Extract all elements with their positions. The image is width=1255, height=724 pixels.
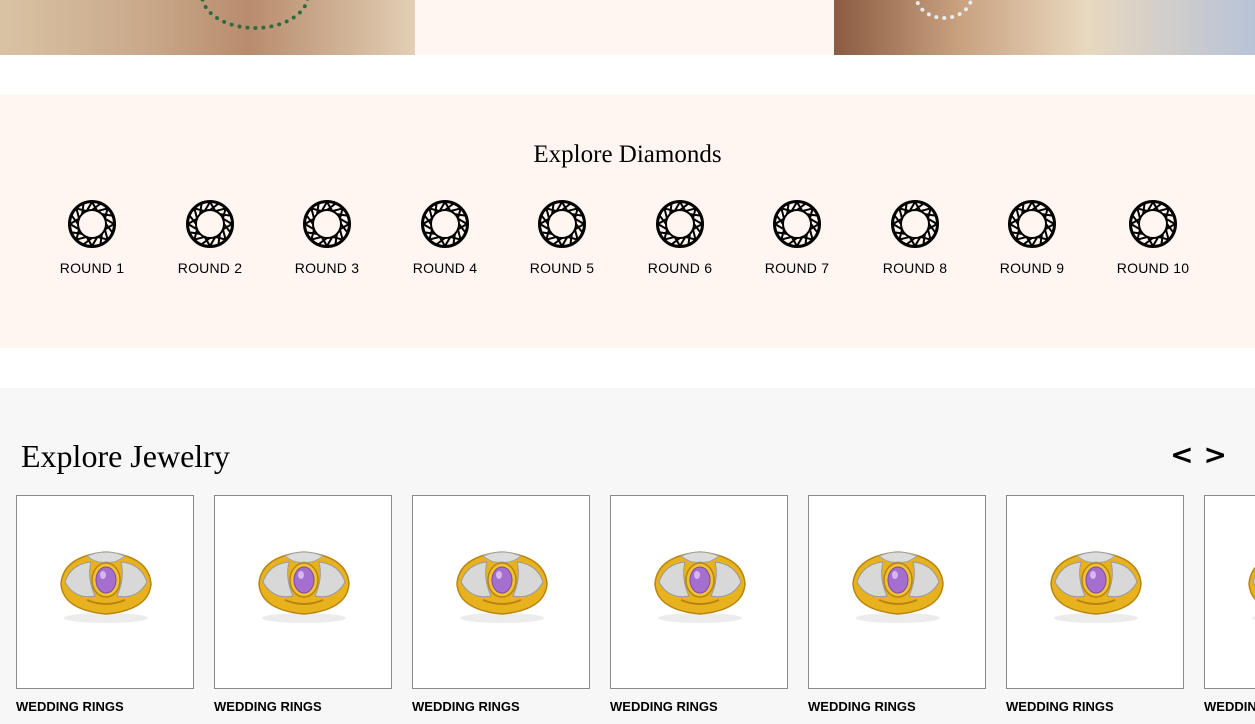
jewelry-card-label[interactable]: WEDDING RINGS [214,699,392,714]
diamonds-section-title: Explore Diamonds [533,141,722,168]
diamond-shape-label: ROUND 10 [1116,260,1190,276]
jewelry-card-label[interactable]: WEDDING RINGS [16,699,194,714]
ring-product-image[interactable] [1204,495,1255,689]
jewelry-card-label[interactable]: WEDDING RINGS [808,699,986,714]
jewelry-section-title: Explore Jewelry [21,438,230,474]
carousel-arrows: < > [1170,440,1227,470]
jewelry-card-label[interactable]: WEDDING RINGS [1006,699,1184,714]
diamond-shape-item[interactable]: ROUND 4 [390,199,500,276]
diamond-shape-label: ROUND 1 [59,260,125,276]
model-necklace-image [0,0,415,55]
round-diamond-icon [625,199,735,249]
diamond-shape-label: ROUND 3 [294,260,360,276]
round-diamond-icon [1098,199,1208,249]
ring-product-image[interactable] [214,495,392,689]
carousel-prev-button[interactable]: < [1170,440,1193,470]
ring-product-image[interactable] [1006,495,1184,689]
explore-jewelry-section: Explore Jewelry < > WEDDING RINGS WEDDING… [0,388,1255,724]
diamond-shape-label: ROUND 2 [177,260,243,276]
diamond-shape-item[interactable]: ROUND 7 [742,199,852,276]
model-bracelet-image [834,0,1255,55]
diamond-shape-label: ROUND 9 [999,260,1065,276]
diamond-shape-label: ROUND 8 [882,260,948,276]
hero-banner [0,0,1255,55]
round-diamond-icon [37,199,147,249]
round-diamond-icon [507,199,617,249]
diamond-shape-item[interactable]: ROUND 1 [37,199,147,276]
diamond-shape-label: ROUND 6 [647,260,713,276]
jewelry-card[interactable]: WEDDING RINGS [214,495,392,714]
jewelry-card-label[interactable]: WEDDING RINGS [610,699,788,714]
round-diamond-icon [390,199,500,249]
carousel-next-button[interactable]: > [1204,440,1227,470]
ring-product-image[interactable] [808,495,986,689]
diamond-shape-label: ROUND 5 [529,260,595,276]
diamond-shape-label: ROUND 7 [764,260,830,276]
diamond-shape-item[interactable]: ROUND 10 [1098,199,1208,276]
diamond-shape-item[interactable]: ROUND 3 [272,199,382,276]
jewelry-card[interactable]: WEDDING RINGS [1006,495,1184,714]
ring-product-image[interactable] [16,495,194,689]
banner-center-panel [415,0,834,55]
jewelry-card[interactable]: WEDDING RINGS [808,495,986,714]
jewelry-card-label[interactable]: WEDDING RINGS [412,699,590,714]
ring-product-image[interactable] [610,495,788,689]
jewelry-card[interactable]: WEDDING RINGS [412,495,590,714]
diamond-shape-label: ROUND 4 [412,260,478,276]
diamond-shape-item[interactable]: ROUND 6 [625,199,735,276]
diamond-shape-item[interactable]: ROUND 8 [860,199,970,276]
round-diamond-icon [272,199,382,249]
round-diamond-icon [155,199,265,249]
jewelry-card[interactable]: WEDDING RINGS [610,495,788,714]
diamond-shape-item[interactable]: ROUND 9 [977,199,1087,276]
ring-product-image[interactable] [412,495,590,689]
round-diamond-icon [977,199,1087,249]
round-diamond-icon [860,199,970,249]
diamond-shape-item[interactable]: ROUND 5 [507,199,617,276]
jewelry-card[interactable]: WEDDING RINGS [1204,495,1255,714]
round-diamond-icon [742,199,852,249]
explore-diamonds-section: Explore Diamonds ROUND 1 ROUND 2 ROUND 3 RO… [0,95,1255,348]
jewelry-card-label[interactable]: WEDDING RINGS [1204,699,1255,714]
diamond-shape-item[interactable]: ROUND 2 [155,199,265,276]
jewelry-card[interactable]: WEDDING RINGS [16,495,194,714]
